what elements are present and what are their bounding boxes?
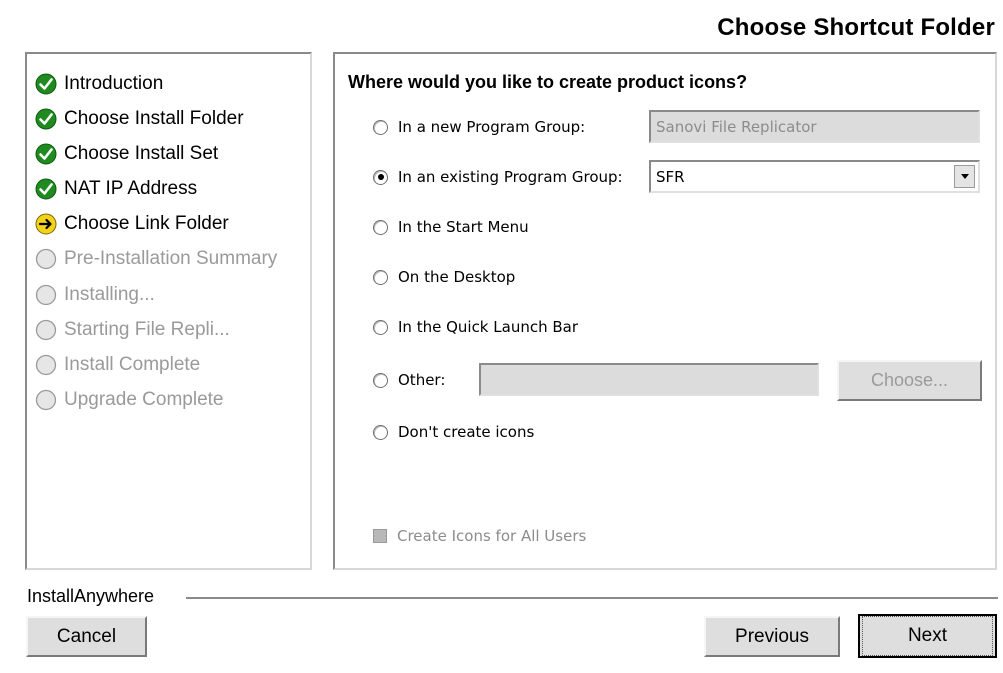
- option-new-program-group[interactable]: In a new Program Group:: [373, 115, 585, 139]
- option-other[interactable]: Other:: [373, 368, 445, 392]
- step-introduction: Introduction: [35, 71, 163, 97]
- radio-button[interactable]: [373, 319, 388, 335]
- option-label: In a new Program Group:: [398, 118, 586, 136]
- question-heading: Where would you like to create product i…: [348, 72, 748, 92]
- empty-circle-icon: [35, 319, 57, 341]
- option-label: On the Desktop: [398, 268, 516, 286]
- step-nat-ip-address: NAT IP Address: [35, 176, 197, 202]
- radio-button[interactable]: [373, 269, 388, 285]
- option-label: In the Quick Launch Bar: [398, 318, 578, 336]
- new-group-name-field: Sanovi File Replicator: [649, 110, 980, 143]
- previous-button[interactable]: Previous: [704, 616, 840, 657]
- step-label: Pre-Installation Summary: [64, 248, 278, 269]
- cancel-button[interactable]: Cancel: [26, 616, 147, 657]
- step-label: Choose Link Folder: [64, 213, 229, 234]
- check-circle-icon: [35, 143, 57, 165]
- step-installing: Installing...: [35, 282, 155, 308]
- existing-group-select[interactable]: SFR: [649, 160, 980, 193]
- options-panel: Where would you like to create product i…: [333, 52, 997, 570]
- check-circle-icon: [35, 108, 57, 130]
- step-starting-file-replicator: Starting File Repli...: [35, 317, 230, 343]
- step-choose-install-folder: Choose Install Folder: [35, 106, 244, 132]
- steps-panel: Introduction Choose Install Folder Choos…: [25, 52, 312, 570]
- footer-divider: [186, 597, 998, 599]
- create-icons-all-users-checkbox: Create Icons for All Users: [373, 524, 586, 548]
- step-label: Install Complete: [64, 354, 201, 375]
- option-existing-program-group[interactable]: In an existing Program Group:: [373, 165, 623, 189]
- choose-button: Choose...: [837, 360, 982, 401]
- chevron-down-icon[interactable]: [954, 165, 975, 188]
- checkbox-label: Create Icons for All Users: [397, 527, 587, 545]
- other-path-field: [479, 363, 819, 396]
- step-choose-link-folder: Choose Link Folder: [35, 211, 229, 237]
- check-circle-icon: [35, 178, 57, 200]
- step-label: Installing...: [64, 284, 155, 305]
- option-label: Other:: [398, 371, 446, 389]
- step-label: Introduction: [64, 73, 164, 94]
- empty-circle-icon: [35, 354, 57, 376]
- option-label: In the Start Menu: [398, 218, 529, 236]
- option-start-menu[interactable]: In the Start Menu: [373, 215, 529, 239]
- radio-button[interactable]: [373, 119, 388, 135]
- empty-circle-icon: [35, 389, 57, 411]
- empty-circle-icon: [35, 284, 57, 306]
- option-label: In an existing Program Group:: [398, 168, 623, 186]
- next-button-label: Next: [862, 616, 993, 656]
- step-choose-install-set: Choose Install Set: [35, 141, 218, 167]
- option-dont-create-icons[interactable]: Don't create icons: [373, 420, 534, 444]
- option-label: Don't create icons: [398, 423, 535, 441]
- step-label: NAT IP Address: [64, 178, 198, 199]
- arrow-circle-icon: [35, 213, 57, 235]
- next-button[interactable]: Next: [858, 614, 997, 658]
- empty-circle-icon: [35, 248, 57, 270]
- radio-button[interactable]: [373, 219, 388, 235]
- select-value: SFR: [656, 167, 685, 186]
- checkbox: [373, 529, 387, 543]
- installer-brand: InstallAnywhere: [27, 586, 155, 606]
- check-circle-icon: [35, 73, 57, 95]
- radio-button-selected[interactable]: [373, 169, 388, 185]
- step-label: Choose Install Folder: [64, 108, 244, 129]
- option-desktop[interactable]: On the Desktop: [373, 265, 515, 289]
- step-label: Upgrade Complete: [64, 389, 224, 410]
- step-install-complete: Install Complete: [35, 352, 200, 378]
- radio-button[interactable]: [373, 424, 388, 440]
- page-title: Choose Shortcut Folder: [717, 14, 995, 41]
- step-upgrade-complete: Upgrade Complete: [35, 387, 223, 413]
- step-label: Starting File Repli...: [64, 319, 230, 340]
- step-label: Choose Install Set: [64, 143, 219, 164]
- radio-button[interactable]: [373, 372, 388, 388]
- option-quick-launch-bar[interactable]: In the Quick Launch Bar: [373, 315, 578, 339]
- step-pre-installation-summary: Pre-Installation Summary: [35, 246, 277, 272]
